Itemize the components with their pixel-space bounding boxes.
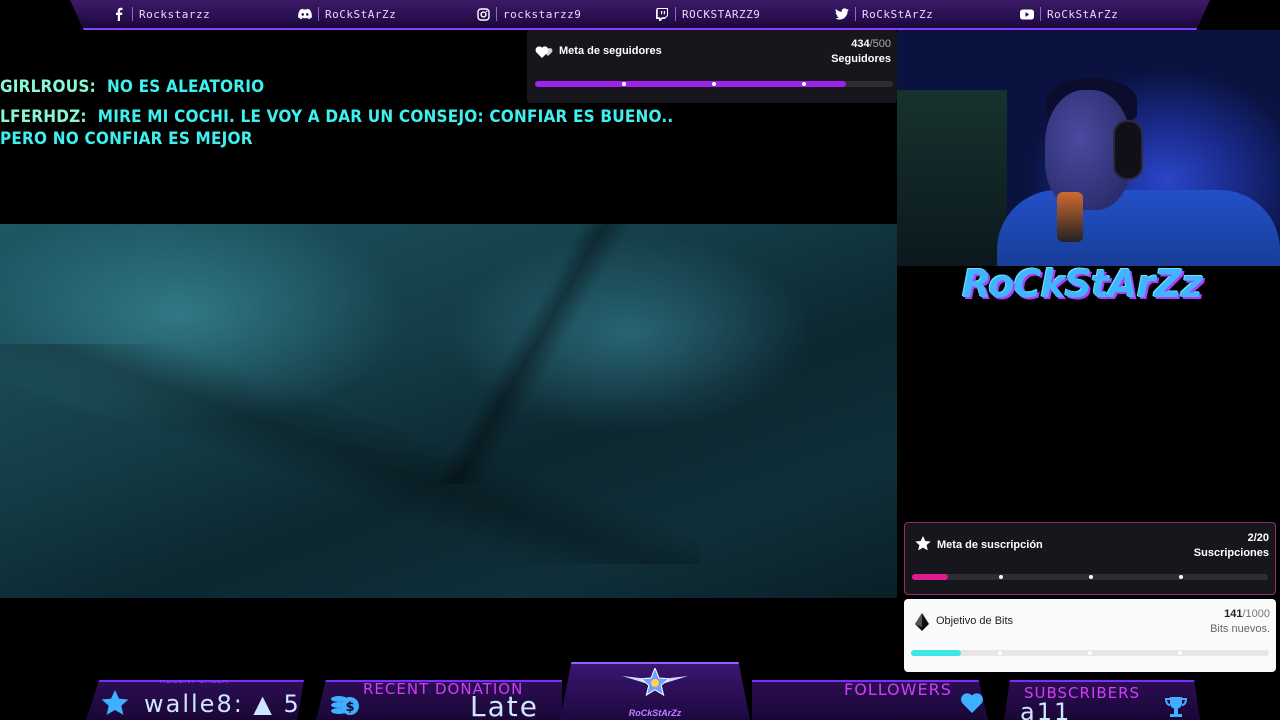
hearts-icon xyxy=(535,43,555,64)
game-video xyxy=(0,224,897,598)
recent-cheer-panel: RECENT CHEER walle8: ▲ 5 xyxy=(86,680,304,720)
streamer-body xyxy=(997,190,1280,266)
webcam-feed xyxy=(897,30,1280,266)
social-twitter[interactable]: RoCkStArZz xyxy=(835,7,933,21)
progress-marker xyxy=(802,82,806,86)
chat-text: PERO NO CONFIAR ES MEJOR xyxy=(0,129,253,149)
separator xyxy=(1040,7,1041,21)
progress-marker xyxy=(1178,651,1182,655)
progress-marker xyxy=(999,575,1003,579)
goal-title: Objetivo de Bits xyxy=(936,615,1014,627)
separator xyxy=(132,7,133,21)
social-youtube[interactable]: RoCkStArZz xyxy=(1020,7,1118,21)
channel-logo: RoCkStArZz xyxy=(962,262,1203,306)
social-twitch[interactable]: ROCKSTARZZ9 xyxy=(655,7,760,21)
progress-marker xyxy=(622,82,626,86)
progress-track xyxy=(535,81,893,87)
goal-target: /20 xyxy=(1253,532,1269,544)
headset-icon xyxy=(1113,120,1143,180)
progress-fill xyxy=(911,650,962,656)
goal-unit: Bits nuevos. xyxy=(1210,623,1270,635)
facebook-handle: Rockstarzz xyxy=(139,7,211,21)
youtube-icon xyxy=(1020,7,1034,21)
progress-fill xyxy=(912,574,948,580)
goal-title: Meta de seguidores xyxy=(559,45,662,57)
social-facebook[interactable]: Rockstarzz xyxy=(112,7,210,21)
goal-target: /1000 xyxy=(1242,608,1270,620)
youtube-handle: RoCkStArZz xyxy=(1047,7,1119,21)
bottom-bar: RECENT CHEER walle8: ▲ 5 RECENT DONATION… xyxy=(0,662,1280,720)
progress-track xyxy=(911,650,1269,656)
subscribers-value: a11 xyxy=(1020,698,1072,720)
progress-marker xyxy=(1089,575,1093,579)
follower-goal-widget: Meta de seguidores 434/500 Seguidores xyxy=(527,30,897,103)
social-instagram[interactable]: rockstarzz9 xyxy=(476,7,581,21)
twitter-handle: RoCkStArZz xyxy=(862,7,934,21)
star-emblem-icon xyxy=(622,668,688,697)
followers-panel: FOLLOWERS xyxy=(752,680,988,720)
twitch-handle: ROCKSTARZZ9 xyxy=(682,7,761,21)
recent-donation-panel: RECENT DONATION $ Late xyxy=(316,680,562,720)
subscribers-panel: SUBSCRIBERS a11 xyxy=(1004,680,1200,720)
goal-unit: Suscripciones xyxy=(1193,547,1269,559)
twitch-icon xyxy=(655,7,669,21)
chat-username: LFERHDZ: xyxy=(0,107,87,127)
chat-text: NO ES ALEATORIO xyxy=(106,77,265,97)
goal-current: 434 xyxy=(851,38,870,50)
progress-track xyxy=(912,574,1268,580)
recent-cheer-label: RECENT CHEER xyxy=(160,676,229,685)
goal-count: 2/20 xyxy=(1248,532,1269,544)
progress-marker xyxy=(712,82,716,86)
goal-title: Meta de suscripción xyxy=(937,539,1043,551)
discord-icon xyxy=(298,7,312,21)
twitter-icon xyxy=(835,7,849,21)
instagram-handle: rockstarzz9 xyxy=(503,7,582,21)
goal-target: /500 xyxy=(869,38,891,50)
followers-label: FOLLOWERS xyxy=(844,680,952,699)
goal-count: 141/1000 xyxy=(1224,608,1270,620)
goal-current: 141 xyxy=(1224,608,1243,620)
donation-coins-icon: $ xyxy=(330,693,360,720)
progress-marker xyxy=(1179,575,1183,579)
webcam-background xyxy=(897,90,1007,266)
bits-gem-icon xyxy=(914,612,930,637)
social-discord[interactable]: RoCkStArZz xyxy=(298,7,396,21)
chat-username: GIRLROUS: xyxy=(0,77,96,97)
goal-unit: Seguidores xyxy=(831,53,891,65)
goal-count: 434/500 xyxy=(851,38,891,50)
separator xyxy=(675,7,676,21)
facebook-icon xyxy=(112,7,126,21)
trophy-icon xyxy=(1164,695,1188,720)
progress-fill xyxy=(535,81,846,87)
subscription-goal-widget: Meta de suscripción 2/20 Suscripciones xyxy=(904,522,1276,595)
svg-text:$: $ xyxy=(345,700,354,715)
emblem-label: RoCkStArZz xyxy=(628,708,682,718)
instagram-icon xyxy=(476,7,490,21)
heart-icon xyxy=(960,692,984,719)
progress-marker xyxy=(998,651,1002,655)
separator xyxy=(318,7,319,21)
progress-marker xyxy=(1088,651,1092,655)
recent-donation-value: Late xyxy=(470,690,539,720)
chat-text: MIRE MI COCHI. LE VOY A DAR UN CONSEJO: … xyxy=(97,107,674,127)
discord-handle: RoCkStArZz xyxy=(325,7,397,21)
microphone-icon xyxy=(1057,192,1083,242)
center-emblem: RoCkStArZz xyxy=(560,662,750,720)
recent-cheer-value: walle8: ▲ 5 xyxy=(144,690,301,718)
star-icon xyxy=(914,535,932,558)
separator xyxy=(496,7,497,21)
video-shading xyxy=(0,344,700,564)
star-icon xyxy=(100,689,130,720)
separator xyxy=(855,7,856,21)
